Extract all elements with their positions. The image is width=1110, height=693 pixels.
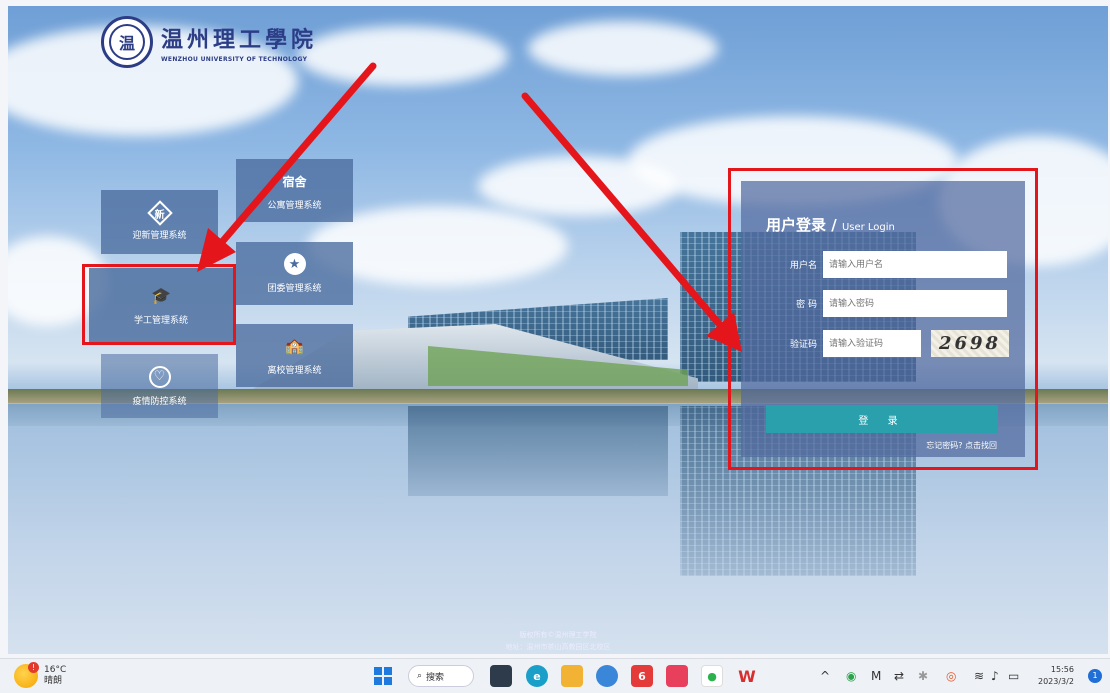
windows-start-icon[interactable] (372, 665, 394, 687)
tray-security-icon[interactable]: ◎ (946, 669, 956, 683)
search-label: 搜索 (426, 672, 445, 683)
edge-browser-icon[interactable]: e (526, 665, 548, 687)
wps-office-icon[interactable]: W (736, 665, 758, 687)
tray-app-icon[interactable]: ◉ (846, 669, 856, 683)
clock-time: 15:56 (1050, 665, 1074, 674)
weather-alert-badge: ! (28, 662, 39, 673)
arrow-to-student-affairs (197, 62, 377, 272)
weather-temp: 16°C (44, 665, 67, 675)
battery-icon[interactable]: ▭ (1008, 669, 1019, 683)
tray-overflow-chevron-icon[interactable]: ^ (820, 669, 830, 683)
pink-app-icon[interactable] (666, 665, 688, 687)
search-icon: ⌕ (417, 671, 423, 681)
weather-desc: 晴朗 (44, 676, 63, 686)
notification-badge[interactable]: 1 (1088, 669, 1102, 683)
volume-icon[interactable]: ♪ (991, 669, 999, 683)
tray-m-icon[interactable]: M (871, 669, 881, 683)
tray-switch-icon[interactable]: ⇄ (894, 669, 904, 683)
screen: 温 温州理工學院 WENZHOU UNIVERSITY OF TECHNOLOG… (0, 0, 1110, 693)
taskbar-search[interactable]: ⌕ 搜索 (408, 665, 474, 687)
browser-app-icon[interactable] (596, 665, 618, 687)
arrow-to-login (521, 92, 742, 352)
tray-input-icon[interactable]: ✱ (918, 669, 928, 683)
wifi-icon[interactable]: ≋ (974, 669, 984, 683)
weather-widget[interactable]: 16°C 晴朗 (44, 665, 66, 687)
annotation-arrows (197, 62, 742, 352)
taskbar: ! 16°C 晴朗 ⌕ 搜索 e 6 ● W ^ ◉ M ⇄ ✱ ◎ ≋ ♪ ▭ … (0, 658, 1110, 693)
file-explorer-icon[interactable] (561, 665, 583, 687)
clock-date: 2023/3/2 (1038, 677, 1074, 686)
wechat-icon[interactable]: ● (701, 665, 723, 687)
red-app-icon[interactable]: 6 (631, 665, 653, 687)
task-view-icon[interactable] (490, 665, 512, 687)
clock[interactable]: 15:56 2023/3/2 (1038, 664, 1074, 688)
